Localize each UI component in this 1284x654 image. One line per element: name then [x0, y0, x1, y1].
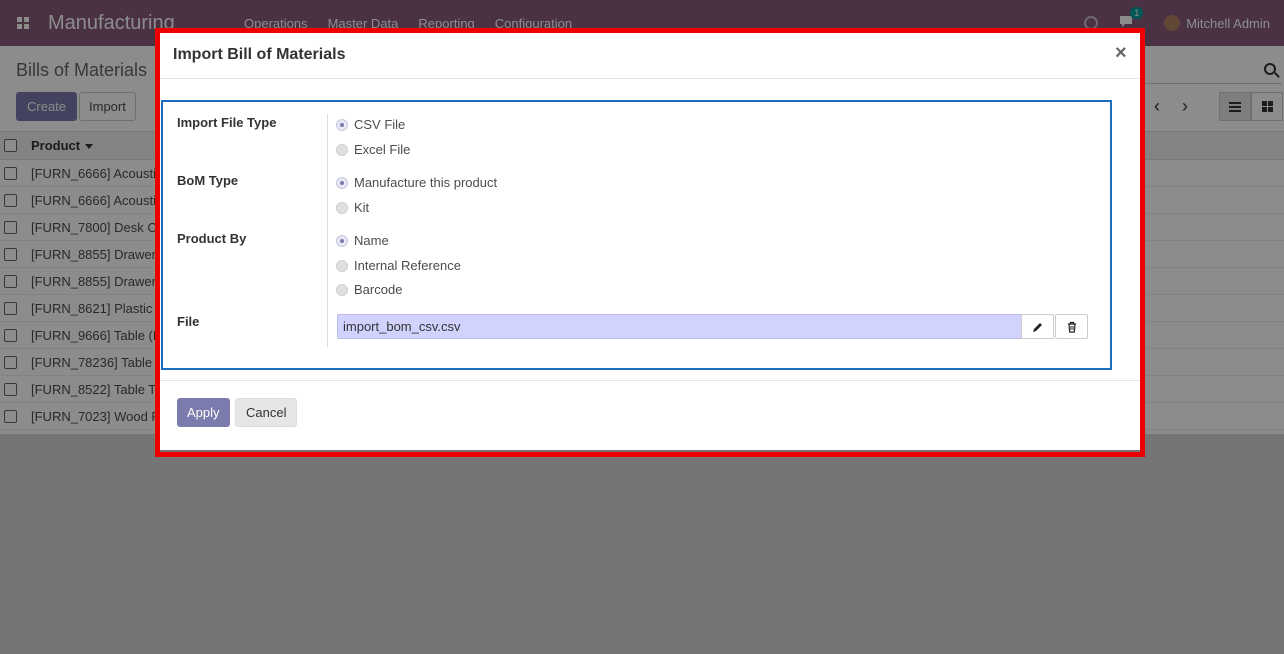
trash-icon — [1067, 321, 1076, 333]
radio-label: Kit — [354, 200, 370, 215]
radio-name[interactable]: Name — [336, 233, 389, 248]
dialog-header: Import Bill of Materials × — [160, 33, 1140, 79]
radio-button[interactable] — [336, 143, 348, 156]
label-bom-type: BoM Type — [177, 173, 239, 188]
radio-internal-reference[interactable]: Internal Reference — [336, 258, 461, 273]
label-import-file-type: Import File Type — [177, 115, 277, 130]
radio-button-checked[interactable] — [336, 118, 348, 131]
radio-button[interactable] — [336, 259, 348, 272]
dialog-footer: Apply Cancel — [160, 380, 1140, 450]
apply-button[interactable]: Apply — [177, 398, 230, 427]
close-icon[interactable]: × — [1115, 42, 1127, 65]
radio-button[interactable] — [336, 201, 348, 214]
import-form: Import File Type CSV File Excel File BoM… — [161, 100, 1112, 370]
radio-csv-file[interactable]: CSV File — [336, 117, 405, 132]
form-divider — [327, 114, 328, 347]
radio-label: Name — [354, 233, 389, 248]
radio-label: CSV File — [354, 117, 406, 132]
file-field[interactable]: import_bom_csv.csv — [337, 314, 1022, 339]
radio-label: Internal Reference — [354, 258, 461, 273]
radio-label: Manufacture this product — [354, 175, 498, 190]
delete-file-button[interactable] — [1055, 314, 1088, 339]
radio-manufacture[interactable]: Manufacture this product — [336, 175, 497, 190]
pencil-icon — [1032, 322, 1042, 332]
dialog-title: Import Bill of Materials — [173, 46, 346, 63]
radio-button-checked[interactable] — [336, 234, 348, 247]
radio-label: Barcode — [354, 282, 403, 297]
radio-button[interactable] — [336, 283, 348, 296]
radio-button-checked[interactable] — [336, 176, 348, 189]
import-bom-dialog: Import Bill of Materials × Import File T… — [160, 33, 1140, 450]
radio-barcode[interactable]: Barcode — [336, 282, 402, 297]
radio-excel-file[interactable]: Excel File — [336, 142, 410, 157]
radio-kit[interactable]: Kit — [336, 200, 369, 215]
label-product-by: Product By — [177, 231, 247, 246]
edit-file-button[interactable] — [1021, 314, 1054, 339]
cancel-button[interactable]: Cancel — [235, 398, 298, 427]
radio-label: Excel File — [354, 142, 411, 157]
label-file: File — [177, 314, 200, 329]
